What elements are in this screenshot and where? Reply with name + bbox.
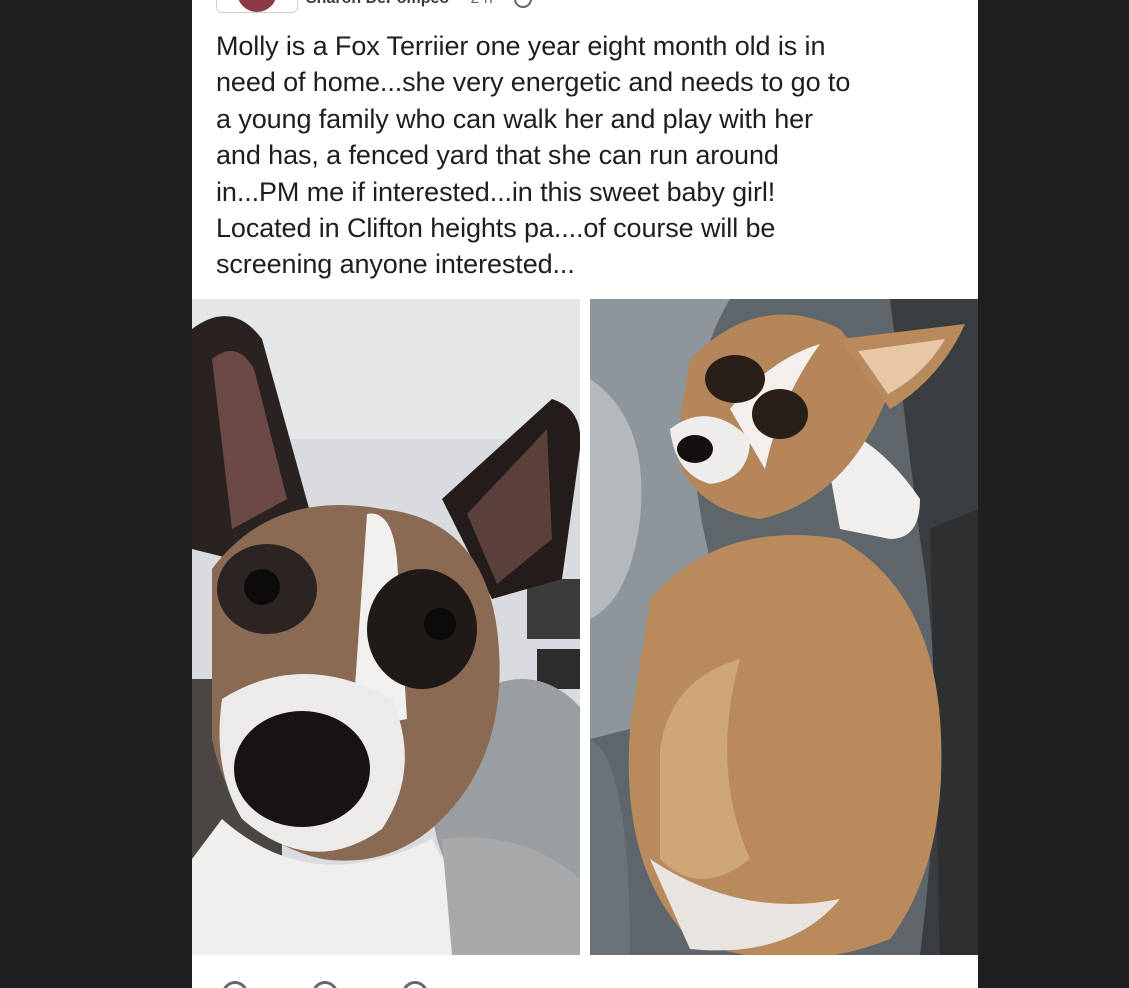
- dog-curled-illustration: [590, 299, 978, 955]
- dog-closeup-illustration: [192, 299, 580, 955]
- globe-icon: [514, 0, 533, 8]
- photo-molly-curled-up[interactable]: [590, 299, 978, 955]
- post-time[interactable]: 2 h: [470, 0, 492, 8]
- avatar[interactable]: [237, 0, 277, 12]
- author-name[interactable]: Sharon DePompeo: [306, 0, 449, 8]
- share-icon[interactable]: [402, 981, 428, 988]
- like-icon[interactable]: [222, 981, 248, 988]
- post-actions-bar: [192, 955, 978, 988]
- comment-icon[interactable]: [312, 981, 338, 988]
- post-card: Sharon DePompeo · 2 h · Molly is a Fox T…: [192, 0, 978, 988]
- separator-dot: ·: [501, 0, 506, 8]
- post-text: Molly is a Fox Terriier one year eight m…: [216, 31, 851, 280]
- separator-dot: ·: [457, 0, 462, 8]
- photo-molly-closeup[interactable]: [192, 299, 580, 955]
- avatar-frame[interactable]: [216, 0, 298, 13]
- post-header: Sharon DePompeo · 2 h ·: [216, 0, 533, 13]
